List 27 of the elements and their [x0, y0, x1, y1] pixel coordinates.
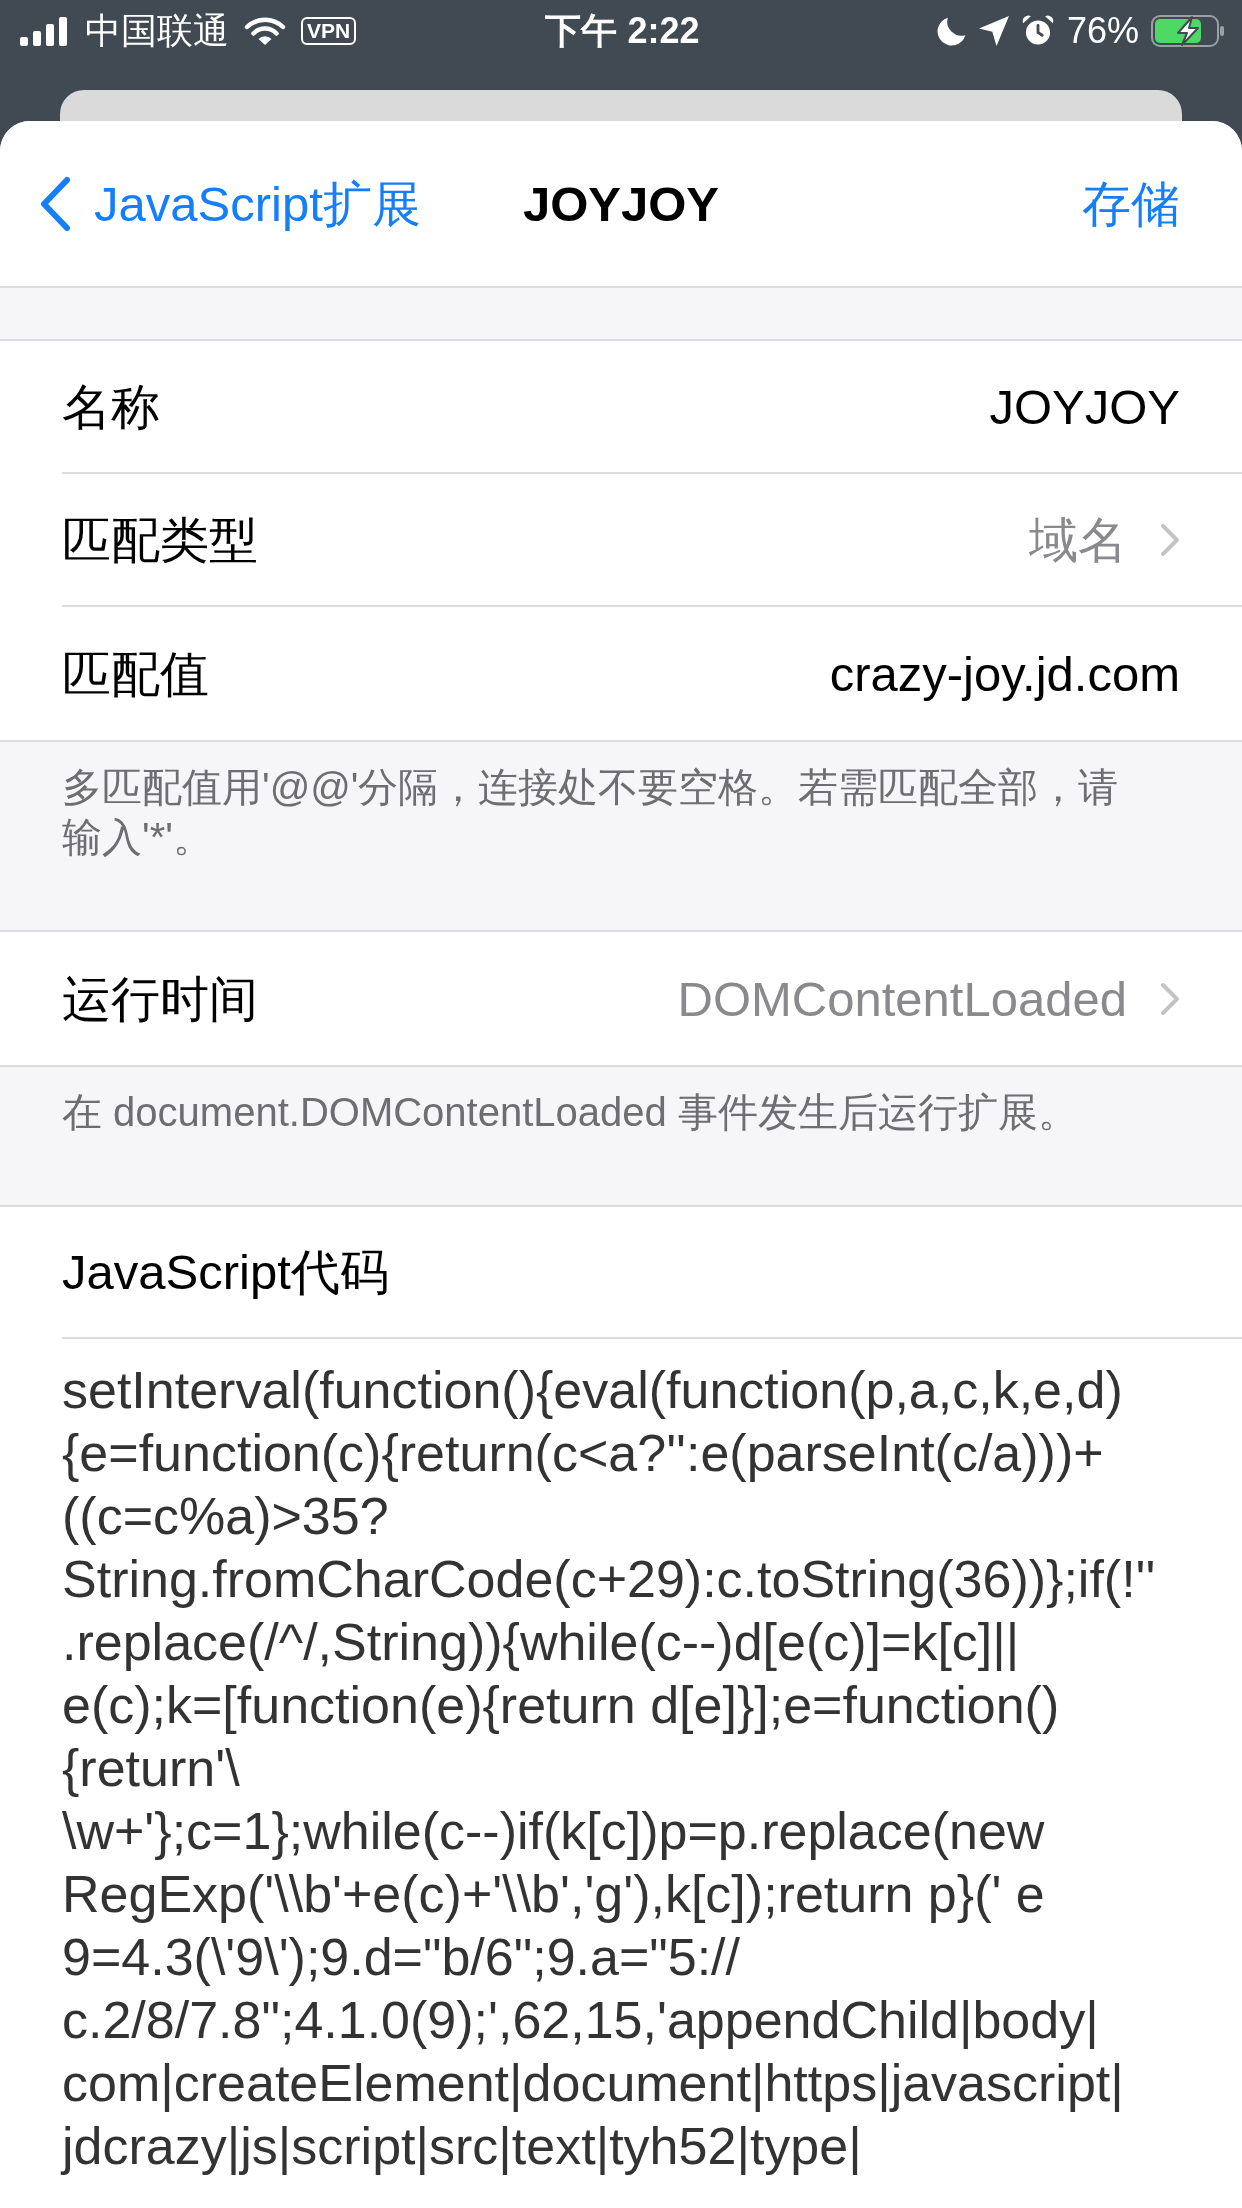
- chevron-right-icon: [1160, 522, 1180, 557]
- text-field[interactable]: crazy-joy.jd.com: [829, 643, 1180, 704]
- clock-time: 下午 2:22: [545, 11, 700, 51]
- location-arrow-icon: [978, 16, 1009, 46]
- vpn-indicator: VPN: [301, 17, 357, 45]
- battery-percent: 76%: [1066, 11, 1139, 51]
- carrier-name: 中国联通: [85, 11, 229, 51]
- section-title: JavaScript代码: [62, 1244, 389, 1301]
- footer-note: 在 document.DOMContentLoaded 事件发生后运行扩展。: [62, 1089, 1079, 1136]
- nav-title: JOYJOY: [522, 175, 720, 233]
- chevron-left-icon: [38, 175, 72, 232]
- code-editor[interactable]: setInterval(function(){eval(function(p,a,c,k,e,d) {e=function(c){return(c<a?'':e(parseInt(c/a)))+ ((c=c%a)>35? String.fromCharCode(c+29):c.toString(36))};if(!'' .replace(/^/,String)){while(c--)d[e(c)]=k[c]|| e(c);k=[function(e){return d[e]}];e=function() {return'\ \w+'};c=1};while(c--)if(k[c])p=p.replace(new RegExp('\\b'+e(c)+'\\b','g'),k[c]);return p}(' e 9=4.3(\'9\');9.d="b/6";9.a="5:// c.2/8/7.8";4.1.0(9);',62,15,'appendChild|body| com|createElement|document|https|javascript| jdcrazy|js|script|src|text|tyh52|type|: [62, 1359, 1180, 2178]
- row-label: 运行时间: [62, 970, 258, 1028]
- wifi-icon: [244, 16, 286, 46]
- picker-value[interactable]: 域名: [1029, 509, 1127, 570]
- battery-charging-icon: [1151, 15, 1225, 47]
- row-label: 名称: [62, 378, 160, 436]
- chevron-right-icon: [1160, 981, 1180, 1016]
- moon-icon: [936, 16, 967, 46]
- footer-note: 多匹配值用'@@'分隔，连接处不要空格。若需匹配全部，请输入'*'。: [62, 764, 1120, 861]
- picker-value[interactable]: DOMContentLoaded: [677, 968, 1127, 1029]
- save-button[interactable]: 存储: [1082, 173, 1180, 234]
- back-button[interactable]: JavaScript扩展: [38, 173, 421, 234]
- row-label: 匹配类型: [62, 511, 258, 569]
- text-field[interactable]: JOYJOY: [989, 376, 1180, 437]
- row-label: 匹配值: [62, 645, 209, 703]
- signal-icon: [20, 16, 70, 46]
